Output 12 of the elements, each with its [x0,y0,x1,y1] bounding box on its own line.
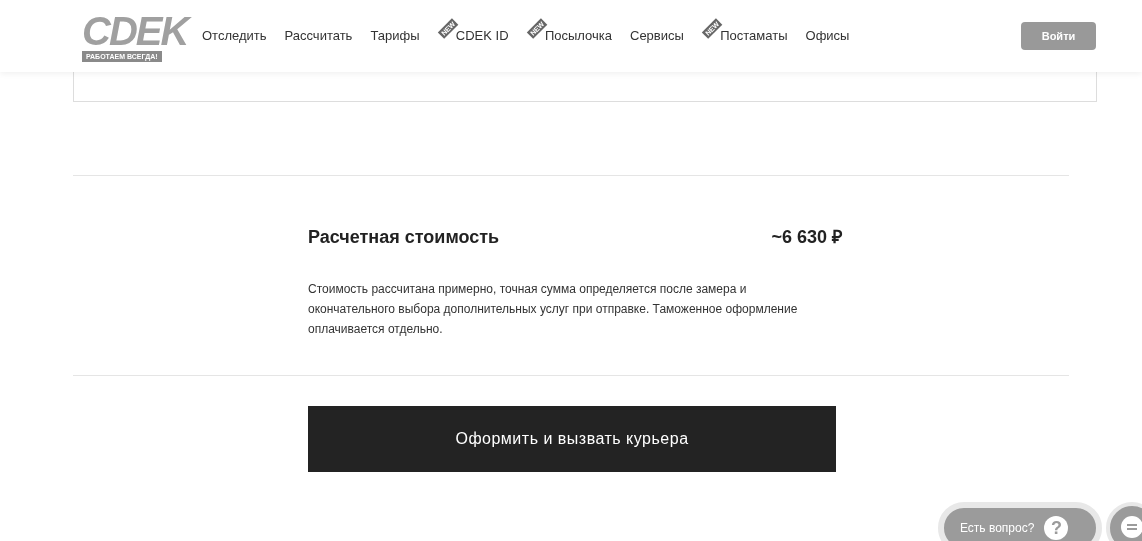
nav-link[interactable]: Отследить [202,26,267,46]
estimate-note: Стоимость рассчитана примерно, точная сумма определяется после замера и окончательного выбора дополнительных услуг при отправке. Таможенное оформление оплачивается отдельно. [308,281,799,338]
nav-link[interactable]: Тарифы [370,26,420,46]
submit-button[interactable]: Оформить и вызвать курьера [308,406,836,472]
nav-link[interactable]: Постаматы [720,26,788,46]
nav-link[interactable]: Сервисы [630,26,684,46]
chat-icon [1121,516,1142,538]
nav-link[interactable]: Офисы [805,26,850,46]
question-icon: ? [1044,516,1069,540]
estimate-price: ~6 630 ₽ [771,226,842,249]
estimate-title: Расчетная стоимость [308,226,500,249]
nav-link[interactable]: Рассчитать [284,26,353,46]
